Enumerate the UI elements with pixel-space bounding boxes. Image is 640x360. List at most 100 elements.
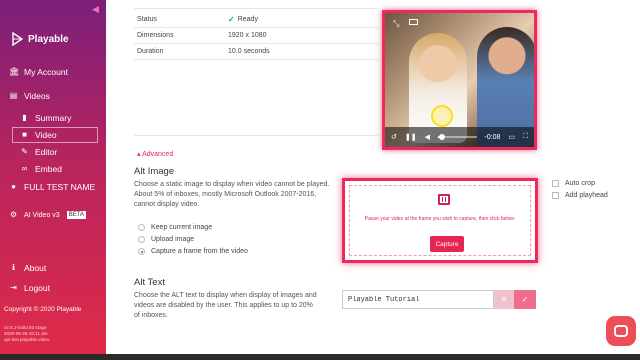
checkbox[interactable] bbox=[552, 192, 559, 199]
sidebar-item-editor[interactable]: ✎ Editor bbox=[20, 147, 57, 157]
radio-label: Keep current image bbox=[151, 224, 213, 231]
clear-button[interactable]: ✕ bbox=[494, 290, 514, 309]
sidebar-item-label: Videos bbox=[24, 91, 50, 101]
chat-launcher[interactable] bbox=[606, 316, 636, 346]
radio-label: Capture a frame from the video bbox=[151, 248, 248, 255]
play-logo-icon bbox=[12, 32, 23, 46]
sidebar-item-about[interactable]: ℹ About bbox=[9, 263, 46, 273]
radio-upload[interactable]: Upload image bbox=[138, 236, 194, 243]
sidebar-item-summary[interactable]: ▮ Summary bbox=[20, 113, 71, 123]
sidebar-item-label: About bbox=[24, 263, 47, 273]
film-icon: ▤ bbox=[9, 91, 18, 100]
bar-chart-icon: ▮ bbox=[22, 113, 27, 122]
alt-image-title: Alt Image bbox=[134, 166, 175, 177]
user-icon: ● bbox=[11, 182, 16, 191]
bank-icon: 🏛 bbox=[9, 67, 20, 76]
sidebar-item-label: Summary bbox=[35, 113, 72, 123]
copyright-text: Copyright © 2020 Playable bbox=[4, 306, 82, 313]
confirm-button[interactable]: ✓ bbox=[514, 290, 536, 309]
sidebar-item-video[interactable]: ■ Video bbox=[20, 130, 57, 140]
cursor-highlight bbox=[431, 105, 453, 127]
caption-icon[interactable] bbox=[409, 19, 418, 25]
radio-capture-frame[interactable]: Capture a frame from the video bbox=[138, 248, 248, 255]
build-host: api-dev.playable.video bbox=[4, 337, 50, 342]
fullscreen-icon[interactable]: ⛶ bbox=[523, 133, 528, 141]
radio-button[interactable] bbox=[138, 224, 145, 231]
info-key: Duration bbox=[137, 48, 164, 55]
info-table-top-border bbox=[134, 8, 378, 9]
capture-instructions: Pause your video at the frame you wish t… bbox=[364, 216, 516, 222]
add-playhead-option[interactable]: Add playhead bbox=[552, 192, 608, 199]
pip-icon[interactable]: ▭ bbox=[508, 133, 515, 141]
film-icon bbox=[438, 194, 450, 205]
info-icon: ℹ bbox=[11, 263, 16, 272]
capture-panel: Pause your video at the frame you wish t… bbox=[342, 178, 538, 263]
close-icon: ✕ bbox=[500, 295, 508, 304]
sidebar-item-ai-video[interactable]: ⚙ AI Video v3 BETA bbox=[9, 211, 86, 219]
info-value: 1920 x 1080 bbox=[228, 32, 267, 39]
info-row-status: Status ✓ Ready bbox=[134, 12, 378, 28]
volume-icon[interactable]: ◀ bbox=[425, 133, 430, 141]
brand-name: Playable bbox=[28, 33, 69, 45]
time-remaining: -0:08 bbox=[484, 133, 501, 141]
checkmark-icon: ✓ bbox=[521, 295, 529, 304]
capture-button[interactable]: Capture bbox=[430, 236, 464, 252]
video-player[interactable]: ⤡ ↺ ❚❚ ◀ -0:08 ▭ ⛶ bbox=[382, 10, 537, 150]
pencil-icon: ✎ bbox=[21, 147, 28, 156]
pause-icon[interactable]: ❚❚ bbox=[405, 133, 417, 141]
collapse-sidebar-icon[interactable]: ◀ bbox=[92, 4, 99, 15]
sidebar-item-user[interactable]: ● FULL TEST NAME bbox=[9, 182, 95, 192]
info-row-dimensions: Dimensions 1920 x 1080 bbox=[134, 28, 378, 44]
status-value: Ready bbox=[237, 16, 258, 23]
radio-label: Upload image bbox=[151, 236, 195, 243]
link-icon: ∞ bbox=[21, 164, 28, 173]
info-filler bbox=[134, 60, 378, 136]
sidebar-item-label: My Account bbox=[24, 67, 68, 77]
auto-crop-option[interactable]: Auto crop bbox=[552, 180, 595, 187]
bottom-bar bbox=[0, 354, 640, 360]
beta-badge: BETA bbox=[66, 211, 86, 219]
expand-icon[interactable]: ⤡ bbox=[393, 19, 399, 29]
gear-icon: ⚙ bbox=[9, 210, 18, 219]
sidebar-item-label: Video bbox=[35, 130, 57, 140]
sidebar-item-embed[interactable]: ∞ Embed bbox=[20, 164, 62, 174]
sidebar-item-label: Editor bbox=[35, 147, 58, 157]
check-icon: ✓ bbox=[228, 15, 235, 24]
progress-knob[interactable] bbox=[438, 134, 445, 140]
sidebar-item-my-account[interactable]: 🏛 My Account bbox=[9, 67, 68, 77]
sidebar-item-logout[interactable]: ⇥ Logout bbox=[9, 283, 50, 293]
info-key: Dimensions bbox=[137, 32, 174, 39]
radio-button-selected[interactable] bbox=[138, 248, 145, 255]
checkbox[interactable] bbox=[552, 180, 559, 187]
advanced-toggle[interactable]: ▴ Advanced bbox=[137, 150, 173, 158]
sidebar-item-label: AI Video v3 bbox=[24, 211, 60, 219]
sidebar-item-label: FULL TEST NAME bbox=[24, 182, 96, 192]
sidebar-item-label: Embed bbox=[35, 164, 62, 174]
alt-text-input[interactable] bbox=[342, 290, 494, 309]
checkbox-label: Auto crop bbox=[565, 180, 595, 187]
radio-button[interactable] bbox=[138, 236, 145, 243]
logout-icon: ⇥ bbox=[10, 283, 17, 292]
main-content: Status ✓ Ready Dimensions 1920 x 1080 Du… bbox=[106, 0, 640, 360]
info-value: 10.0 seconds bbox=[228, 48, 270, 55]
info-row-duration: Duration 10.0 seconds bbox=[134, 44, 378, 60]
sidebar-item-label: Logout bbox=[24, 283, 50, 293]
video-camera-icon: ■ bbox=[22, 130, 27, 139]
info-key: Status bbox=[137, 16, 157, 23]
progress-bar[interactable] bbox=[438, 134, 477, 140]
chat-icon bbox=[614, 325, 628, 337]
sidebar: ◀ Playable 🏛 My Account ▤ Videos ▮ Summa… bbox=[0, 0, 106, 360]
replay-icon[interactable]: ↺ bbox=[391, 133, 397, 141]
build-info: v2.6.2-build.93 stage 2020-08-26 10:11 a… bbox=[4, 325, 49, 343]
alt-image-description: Choose a static image to display when vi… bbox=[134, 181, 330, 208]
alt-text-description: Choose the ALT text to display when disp… bbox=[134, 292, 317, 319]
player-controls: ↺ ❚❚ ◀ -0:08 ▭ ⛶ bbox=[385, 127, 534, 147]
brand-logo[interactable]: Playable bbox=[12, 32, 69, 46]
capture-dropzone: Pause your video at the frame you wish t… bbox=[349, 185, 531, 256]
alt-text-title: Alt Text bbox=[134, 277, 165, 288]
checkbox-label: Add playhead bbox=[565, 192, 608, 199]
info-value: ✓ Ready bbox=[228, 15, 258, 24]
video-info-table: Status ✓ Ready Dimensions 1920 x 1080 Du… bbox=[134, 12, 378, 136]
radio-keep-current[interactable]: Keep current image bbox=[138, 224, 212, 231]
sidebar-item-videos[interactable]: ▤ Videos bbox=[9, 91, 50, 101]
